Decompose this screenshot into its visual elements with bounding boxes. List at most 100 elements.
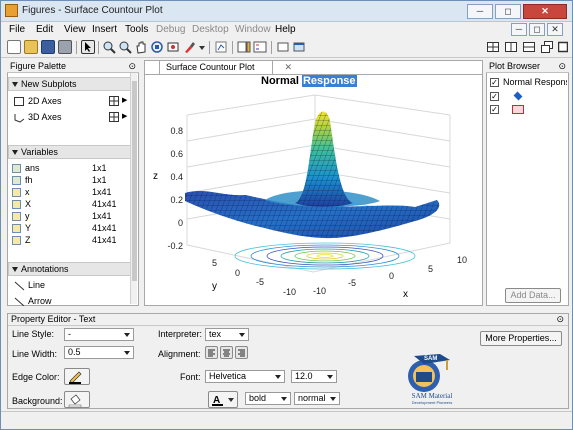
new-figure-icon[interactable] (7, 40, 21, 54)
palette-options-icon[interactable]: ⊙ (128, 60, 136, 72)
palette-scrollbar[interactable] (130, 73, 137, 304)
variable-row[interactable]: y 1x41 (12, 211, 122, 222)
font-size-dropdown[interactable]: 12.0 (291, 370, 337, 383)
font-weight-dropdown[interactable]: bold (245, 392, 291, 405)
variable-icon (12, 200, 21, 209)
variable-row[interactable]: x 1x41 (12, 187, 122, 198)
browser-item-checkbox[interactable]: ✓ (490, 78, 499, 87)
variables-section[interactable]: Variables (8, 145, 132, 159)
insert-colorbar-icon[interactable] (237, 40, 251, 54)
save-icon[interactable] (41, 40, 55, 54)
browser-item-label[interactable]: Normal Respons (503, 77, 567, 87)
contour-checkbox[interactable]: ✓ (490, 105, 499, 114)
contour-object-icon[interactable] (512, 105, 524, 114)
pan-hand-icon[interactable] (134, 40, 148, 54)
arrow-annotation-item[interactable]: Arrow (12, 296, 122, 306)
text-color-button[interactable]: A (208, 391, 238, 408)
show-plot-tools-icon[interactable] (292, 40, 306, 54)
logo-top-text: SAM (424, 356, 437, 362)
menu-debug[interactable]: Debug (156, 24, 185, 35)
float-layout-icon[interactable] (540, 40, 554, 54)
grid-picker-icon[interactable] (109, 96, 119, 106)
figure-window: Figures - Surface Countour Plot ─ ◻ ✕ Fi… (0, 0, 573, 430)
variable-row[interactable]: fh 1x1 (12, 175, 122, 186)
axes-3d-item[interactable]: 3D Axes ▶ (12, 111, 127, 125)
window-title: Figures - Surface Countour Plot (22, 5, 163, 16)
doc-close-button[interactable]: ✕ (547, 23, 563, 36)
line-width-dropdown[interactable]: 0.5 (64, 346, 134, 359)
menu-window[interactable]: Window (235, 24, 271, 35)
align-right-button[interactable] (235, 346, 248, 359)
line-style-label: Line Style: (12, 329, 55, 339)
zoom-in-icon[interactable] (102, 40, 116, 54)
z-tick: 0.4 (170, 172, 183, 182)
zoom-out-icon[interactable] (118, 40, 132, 54)
link-plot-icon[interactable] (214, 40, 228, 54)
edge-color-button[interactable] (64, 368, 90, 385)
interpreter-dropdown[interactable]: tex (205, 328, 249, 341)
align-center-icon (223, 349, 230, 357)
line-annotation-item[interactable]: Line (12, 280, 122, 292)
menu-tools[interactable]: Tools (125, 24, 148, 35)
font-dropdown[interactable]: Helvetica (205, 370, 285, 383)
y-tick: 5 (212, 258, 217, 268)
surface-plot[interactable]: 0.8 0.6 0.4 0.2 0 -0.2 z 5 0 -5 -10 y -1… (145, 75, 482, 305)
rotate-3d-icon[interactable] (150, 40, 164, 54)
maximize-layout-icon[interactable] (557, 40, 569, 54)
new-subplots-section[interactable]: New Subplots (8, 77, 132, 91)
brush-icon[interactable] (182, 40, 196, 54)
menu-desktop[interactable]: Desktop (192, 24, 229, 35)
browser-options-icon[interactable]: ⊙ (558, 60, 566, 72)
insert-legend-icon[interactable] (253, 40, 267, 54)
z-tick: 0.8 (170, 126, 183, 136)
toolbar-separator (209, 41, 210, 54)
left-right-layout-icon[interactable] (504, 40, 518, 54)
variable-row[interactable]: Z 41x41 (12, 235, 122, 246)
surface-checkbox[interactable]: ✓ (490, 92, 499, 101)
menu-edit[interactable]: Edit (36, 24, 53, 35)
line-style-dropdown[interactable]: - (64, 328, 134, 341)
top-bottom-layout-icon[interactable] (522, 40, 536, 54)
add-data-button[interactable]: Add Data... (505, 288, 561, 303)
axes-3d-label: 3D Axes (28, 112, 62, 122)
variable-size: 1x1 (92, 163, 107, 173)
y-tick: 0 (235, 268, 240, 278)
menu-file[interactable]: File (9, 24, 25, 35)
menu-view[interactable]: View (64, 24, 86, 35)
doc-minimize-button[interactable]: ─ (511, 23, 527, 36)
background-color-button[interactable] (64, 391, 90, 408)
property-editor-header: Property Editor - Text ⊙ (8, 314, 568, 326)
variable-row[interactable]: X 41x41 (12, 199, 122, 210)
open-file-icon[interactable] (24, 40, 38, 54)
more-properties-button[interactable]: More Properties... (480, 331, 562, 346)
restore-button[interactable]: ◻ (495, 4, 521, 19)
align-left-button[interactable] (205, 346, 218, 359)
axes-2d-item[interactable]: 2D Axes ▶ (12, 95, 127, 109)
close-button[interactable]: ✕ (523, 4, 567, 19)
submenu-arrow-icon: ▶ (122, 113, 128, 120)
tab-close-icon[interactable]: ✕ (284, 61, 292, 74)
scrollbar-thumb[interactable] (132, 81, 137, 281)
print-icon[interactable] (58, 40, 72, 54)
brush-dropdown-icon[interactable] (198, 40, 206, 54)
align-center-button[interactable] (220, 346, 233, 359)
background-label: Background: (12, 396, 63, 406)
hide-plot-tools-icon[interactable] (276, 40, 290, 54)
doc-maximize-button[interactable]: ◻ (529, 23, 545, 36)
edit-plot-icon[interactable] (81, 40, 95, 54)
variable-row[interactable]: ans 1x1 (12, 163, 122, 174)
data-cursor-icon[interactable] (166, 40, 180, 54)
minimize-button[interactable]: ─ (467, 4, 493, 19)
font-angle-dropdown[interactable]: normal (294, 392, 340, 405)
plot-browser: ✓ Normal Respons ✓ ✓ Add Data... (486, 73, 569, 306)
grid-picker-icon[interactable] (109, 112, 119, 122)
tile-layout-icon[interactable] (486, 40, 500, 54)
menu-insert[interactable]: Insert (92, 24, 117, 35)
toolbar-separator (271, 41, 272, 54)
editor-options-icon[interactable]: ⊙ (556, 314, 564, 325)
variable-row[interactable]: Y 41x41 (12, 223, 122, 234)
surface-object-icon[interactable] (513, 91, 523, 101)
menu-help[interactable]: Help (275, 24, 296, 35)
annotations-section[interactable]: Annotations (8, 262, 132, 276)
tab-surface-countour-plot[interactable]: Surface Countour Plot ✕ (159, 60, 292, 74)
